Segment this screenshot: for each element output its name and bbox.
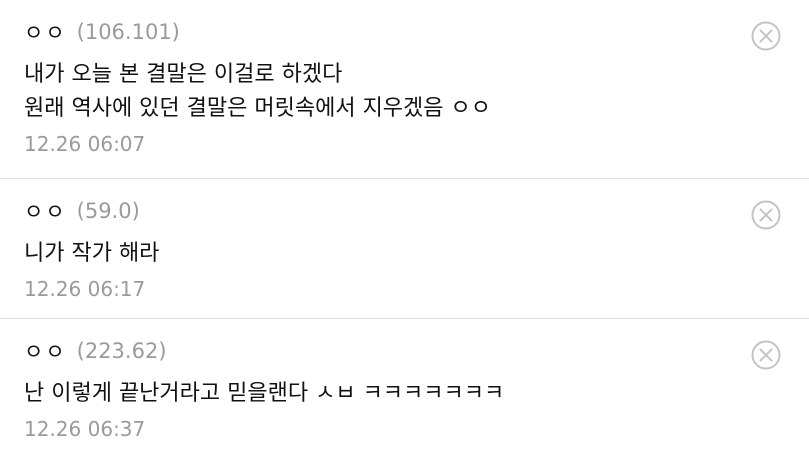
comment-author-line: ㅇㅇ (106.101) xyxy=(24,16,783,48)
close-circle-icon xyxy=(751,200,781,230)
comment-item: ㅇㅇ (106.101) 내가 오늘 본 결말은 이걸로 하겠다 원래 역사에 … xyxy=(0,0,809,179)
comment-item: ㅇㅇ (59.0) 니가 작가 해라 12.26 06:17 xyxy=(0,179,809,319)
comment-body: 내가 오늘 본 결말은 이걸로 하겠다 원래 역사에 있던 결말은 머릿속에서 … xyxy=(24,62,492,121)
comment-ip: (106.101) xyxy=(76,20,180,44)
delete-comment-button[interactable] xyxy=(751,200,781,230)
delete-comment-button[interactable] xyxy=(751,340,781,370)
comment-author-line: ㅇㅇ (223.62) xyxy=(24,335,783,367)
comment-ip: (59.0) xyxy=(76,199,140,223)
comment-timestamp: 12.26 06:07 xyxy=(24,132,146,156)
delete-comment-button[interactable] xyxy=(751,21,781,51)
comment-nickname[interactable]: ㅇㅇ xyxy=(24,17,67,47)
close-circle-icon xyxy=(751,21,781,51)
comment-ip: (223.62) xyxy=(76,339,167,363)
comment-timestamp: 12.26 06:37 xyxy=(24,417,146,441)
comment-body: 난 이렇게 끝난거라고 믿을랜다 ㅅㅂ ㅋㅋㅋㅋㅋㅋㅋ xyxy=(24,381,505,406)
comment-timestamp: 12.26 06:17 xyxy=(24,277,146,301)
comment-nickname[interactable]: ㅇㅇ xyxy=(24,196,67,226)
comment-author-line: ㅇㅇ (59.0) xyxy=(24,195,783,227)
comment-list: ㅇㅇ (106.101) 내가 오늘 본 결말은 이걸로 하겠다 원래 역사에 … xyxy=(0,0,809,456)
comment-nickname[interactable]: ㅇㅇ xyxy=(24,336,67,366)
comment-item: ㅇㅇ (223.62) 난 이렇게 끝난거라고 믿을랜다 ㅅㅂ ㅋㅋㅋㅋㅋㅋㅋ … xyxy=(0,319,809,456)
comment-body: 니가 작가 해라 xyxy=(24,241,160,266)
close-circle-icon xyxy=(751,340,781,370)
